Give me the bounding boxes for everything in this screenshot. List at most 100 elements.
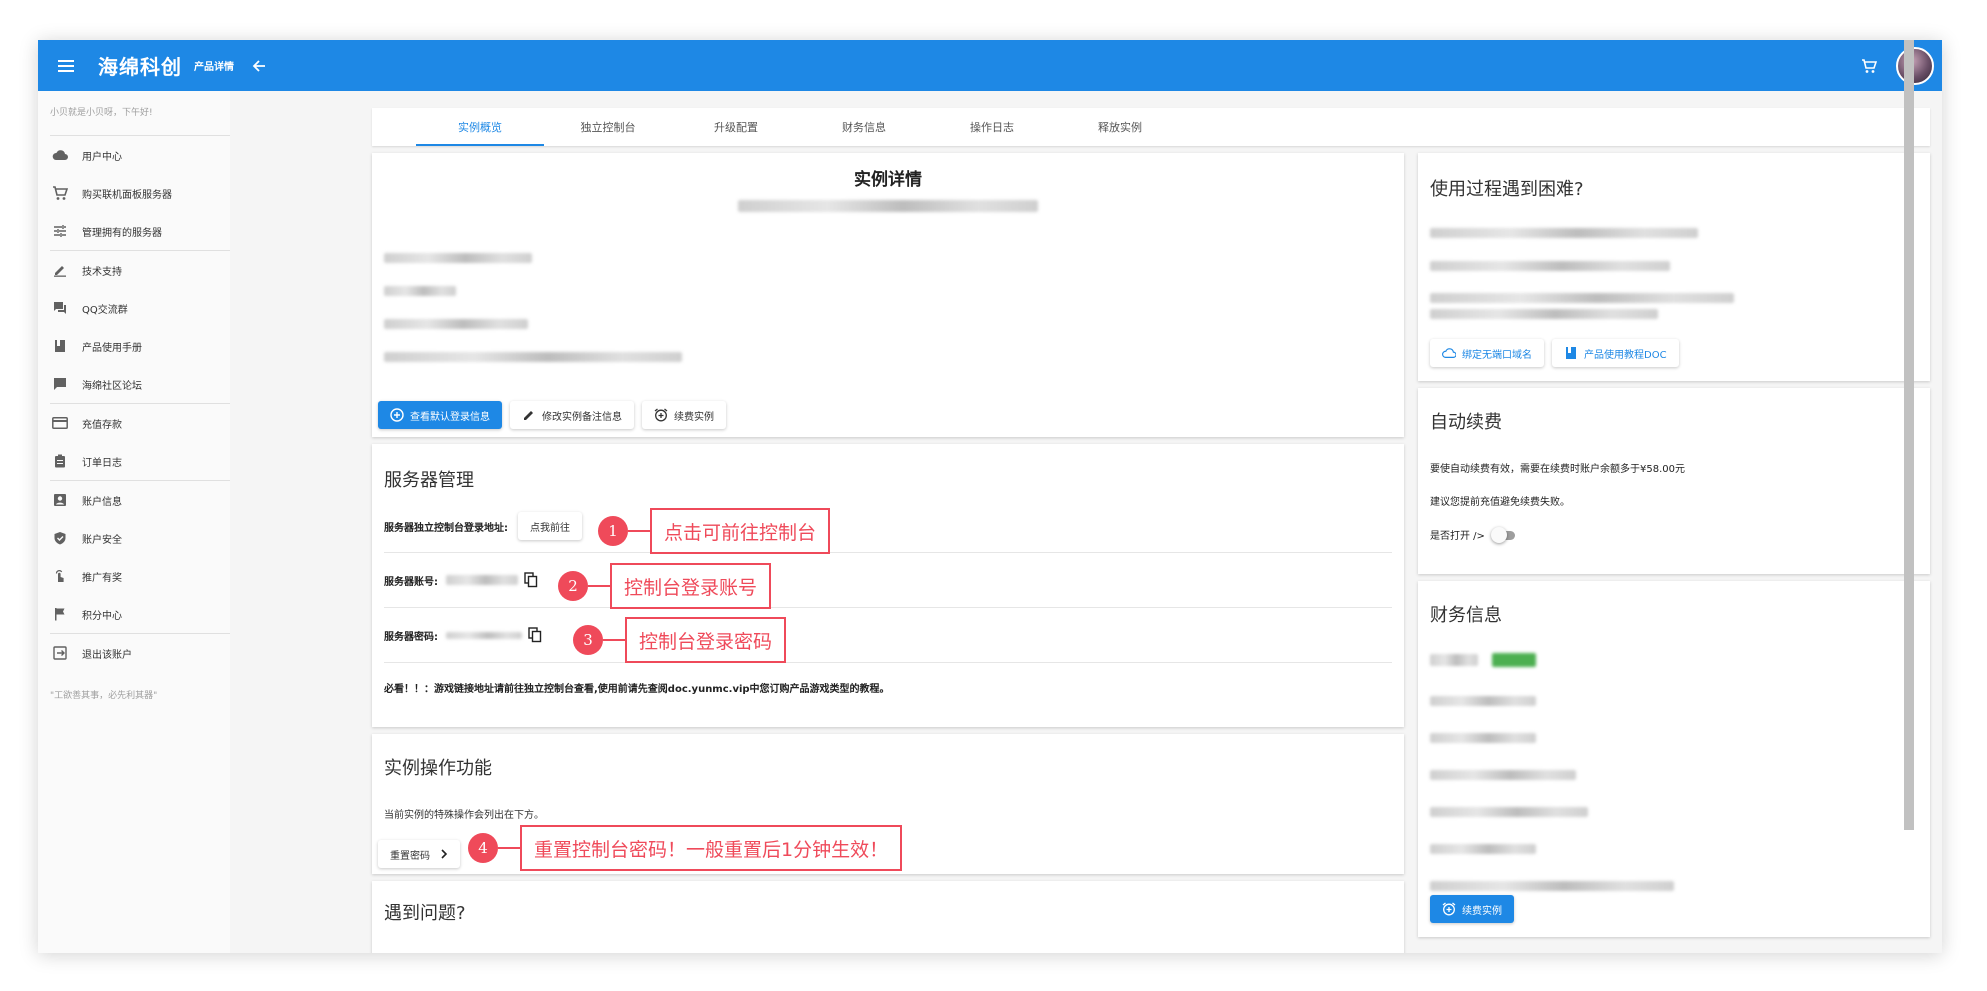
annotation-1: 1 点击可前往控制台: [598, 508, 831, 554]
sidebar-item-recharge[interactable]: 充值存款: [38, 404, 230, 442]
credit-card-icon: [50, 413, 70, 433]
copy-icon[interactable]: [524, 572, 538, 588]
row-divider: [384, 552, 1392, 553]
redacted-password: [446, 631, 522, 639]
finance-card: 财务信息 续费实例: [1418, 581, 1930, 937]
greeting-text: 小贝就是小贝呀，下午好!: [50, 108, 153, 118]
annotation-2: 2 控制台登录账号: [558, 563, 772, 609]
book-icon: [50, 336, 70, 356]
product-doc-button[interactable]: 产品使用教程DOC: [1552, 339, 1679, 367]
redacted-help-line: [1430, 228, 1698, 238]
chat-icon: [50, 374, 70, 394]
auto-renew-title: 自动续费: [1430, 412, 1502, 433]
logout-icon: [50, 643, 70, 663]
problem-title: 遇到问题?: [384, 903, 466, 924]
account-box-icon: [50, 490, 70, 510]
sidebar-item-manage-servers[interactable]: 管理拥有的服务器: [38, 212, 230, 250]
brand-title: 海绵科创: [98, 55, 182, 79]
sidebar-item-orders[interactable]: 订单日志: [38, 442, 230, 480]
sidebar-item-tech-support[interactable]: 技术支持: [38, 251, 230, 289]
scrollbar[interactable]: [1904, 40, 1914, 830]
auto-renew-line-2: 建议您提前充值避免续费失败。: [1430, 497, 1570, 508]
redacted-finance-line: [1430, 770, 1576, 780]
forum-icon: [50, 298, 70, 318]
shield-check-icon: [50, 528, 70, 548]
redacted-info-line: [384, 286, 456, 296]
tab-finance[interactable]: 财务信息: [800, 108, 928, 146]
help-card: 使用过程遇到困难? 绑定无端口域名 产品使用教程DOC: [1418, 153, 1930, 381]
touch-icon: [50, 566, 70, 586]
sidebar-item-user-center[interactable]: 用户中心: [38, 136, 230, 174]
view-login-info-button[interactable]: 查看默认登录信息: [378, 401, 502, 429]
redacted-finance-line: [1430, 654, 1478, 666]
problem-card: 遇到问题?: [372, 881, 1404, 953]
page-subtitle: 产品详情: [194, 62, 234, 73]
sidebar-item-buy-server[interactable]: 购买联机面板服务器: [38, 174, 230, 212]
app-window: 海绵科创 产品详情 小贝就是小贝呀，下午好! 用户中心 购买联机面板服务器 管理…: [38, 40, 1942, 953]
menu-icon[interactable]: [52, 52, 80, 80]
finance-renew-button[interactable]: 续费实例: [1430, 895, 1514, 923]
redacted-finance-line: [1430, 881, 1674, 891]
sidebar: 小贝就是小贝呀，下午好! 用户中心 购买联机面板服务器 管理拥有的服务器 技术支…: [38, 91, 230, 953]
sidebar-item-points[interactable]: 积分中心: [38, 595, 230, 633]
redacted-help-line: [1430, 261, 1670, 271]
sidebar-item-manual[interactable]: 产品使用手册: [38, 327, 230, 365]
redacted-finance-line: [1430, 696, 1536, 706]
sidebar-item-account-security[interactable]: 账户安全: [38, 519, 230, 557]
help-title: 使用过程遇到困难?: [1430, 179, 1584, 200]
instance-detail-card: 实例详情 查看默认登录信息 修改实例备注信息 续费实例: [372, 153, 1404, 437]
sidebar-quote: "工欲善其事，必先利其器": [50, 691, 158, 701]
bind-domain-button[interactable]: 绑定无端口域名: [1430, 339, 1544, 367]
row-divider: [384, 607, 1392, 608]
redacted-help-line: [1430, 309, 1658, 319]
book-icon: [1564, 346, 1578, 360]
edit-note-button[interactable]: 修改实例备注信息: [510, 401, 634, 429]
redacted-finance-line: [1430, 807, 1588, 817]
chevron-right-icon: [440, 849, 448, 859]
sidebar-group-3: 充值存款 订单日志: [38, 404, 230, 480]
sidebar-item-forum[interactable]: 海绵社区论坛: [38, 365, 230, 403]
renew-instance-button[interactable]: 续费实例: [642, 401, 726, 429]
row-divider: [384, 662, 1392, 663]
sidebar-item-referral[interactable]: 推广有奖: [38, 557, 230, 595]
cart-icon[interactable]: [1856, 53, 1882, 79]
sidebar-item-qq-group[interactable]: QQ交流群: [38, 289, 230, 327]
sidebar-group-5: 退出该账户: [38, 634, 230, 672]
sidebar-group-1: 用户中心 购买联机面板服务器 管理拥有的服务器: [38, 136, 230, 250]
auto-renew-toggle[interactable]: [1490, 526, 1517, 543]
tab-release-instance[interactable]: 释放实例: [1056, 108, 1184, 146]
tab-upgrade[interactable]: 升级配置: [672, 108, 800, 146]
finance-title: 财务信息: [1430, 605, 1502, 626]
auto-renew-card: 自动续费 要使自动续费有效，需要在续费时账户余额多于¥58.00元 建议您提前充…: [1418, 388, 1930, 574]
clipboard-icon: [50, 451, 70, 471]
sidebar-item-logout[interactable]: 退出该账户: [38, 634, 230, 672]
cloud-outline-icon: [1442, 346, 1456, 360]
app-bar: 海绵科创 产品详情: [38, 40, 1942, 91]
cart-icon: [50, 183, 70, 203]
copy-icon[interactable]: [528, 627, 542, 643]
redacted-info-line: [384, 352, 682, 362]
redacted-account: [446, 575, 518, 585]
redacted-info-line: [384, 253, 532, 263]
reset-password-button[interactable]: 重置密码: [378, 840, 460, 868]
status-badge: [1492, 653, 1536, 667]
user-avatar[interactable]: [1896, 46, 1934, 85]
server-password-label: 服务器密码:: [384, 631, 438, 643]
sidebar-item-account-info[interactable]: 账户信息: [38, 481, 230, 519]
tab-operation-log[interactable]: 操作日志: [928, 108, 1056, 146]
tab-console[interactable]: 独立控制台: [544, 108, 672, 146]
server-management-title: 服务器管理: [384, 470, 474, 491]
tab-bar: 实例概览 独立控制台 升级配置 财务信息 操作日志 释放实例: [372, 108, 1930, 146]
sidebar-group-4: 账户信息 账户安全 推广有奖 积分中心: [38, 481, 230, 633]
alarm-plus-icon: [1442, 902, 1456, 916]
annotation-3: 3 控制台登录密码: [573, 617, 787, 663]
console-address-label: 服务器独立控制台登录地址:: [384, 522, 508, 534]
pencil-icon: [50, 260, 70, 280]
redacted-instance-id: [738, 200, 1038, 212]
back-arrow-icon[interactable]: [248, 55, 270, 77]
sidebar-group-2: 技术支持 QQ交流群 产品使用手册 海绵社区论坛: [38, 251, 230, 403]
go-to-console-button[interactable]: 点我前往: [518, 512, 582, 540]
plus-circle-icon: [390, 408, 404, 422]
tab-instance-overview[interactable]: 实例概览: [416, 108, 544, 146]
cloud-icon: [50, 145, 70, 165]
